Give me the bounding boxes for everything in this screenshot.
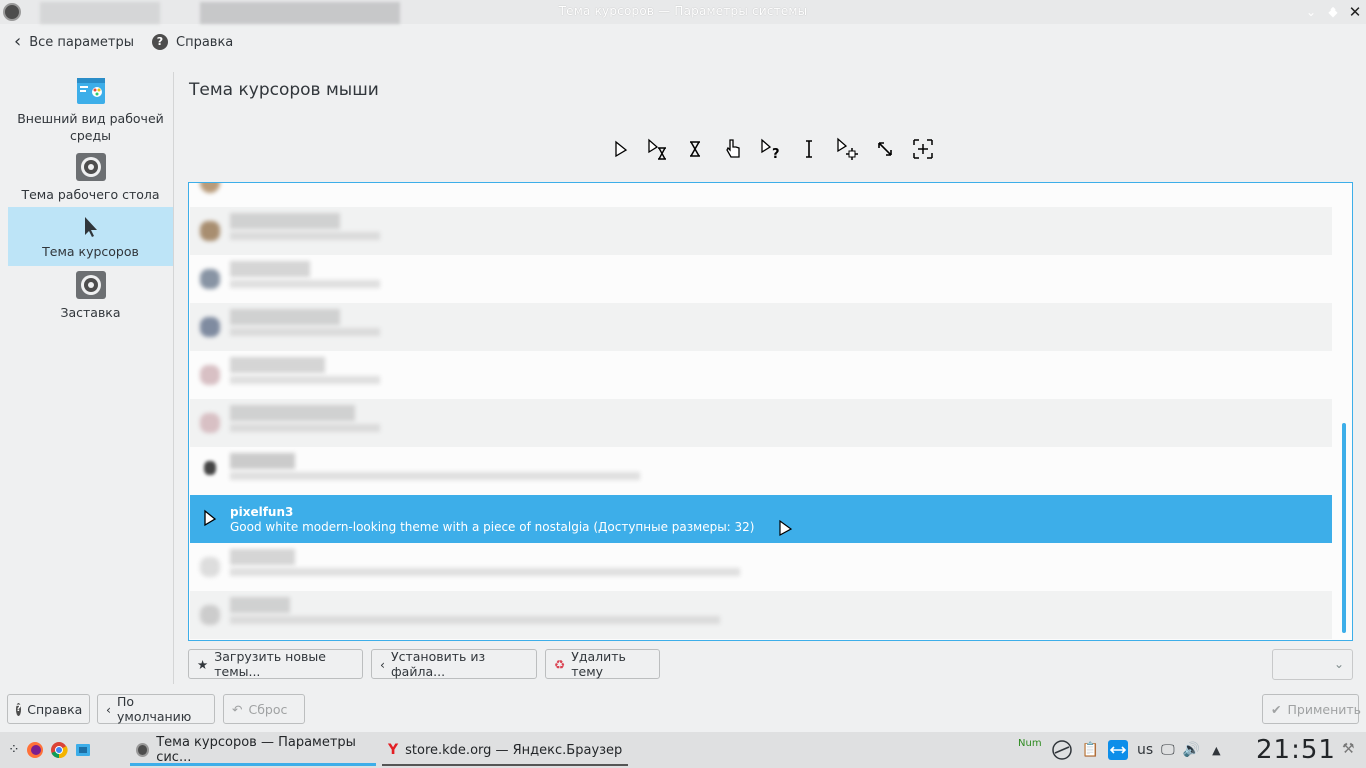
size-combobox[interactable]: ⌄ (1272, 649, 1353, 680)
list-item[interactable] (190, 399, 1332, 447)
system-settings-icon (136, 743, 150, 757)
resize-diagonal-cursor-icon (866, 136, 904, 164)
top-nav: ‹ Все параметры ? Справка (0, 24, 1366, 64)
window-titlebar: Тема курсоров — Параметры системы ⌄ ⌃ ◆ … (0, 0, 1366, 24)
list-item[interactable] (190, 207, 1332, 255)
panel-settings-icon[interactable]: ⚒ (1342, 741, 1355, 757)
chevron-left-icon: ‹ (106, 701, 111, 717)
sidebar-item-cursor-theme[interactable]: Тема курсоров (8, 207, 173, 266)
maximize-icon[interactable]: ◆ (1324, 3, 1342, 21)
list-item[interactable] (190, 543, 1332, 591)
network-icon[interactable] (1050, 739, 1074, 761)
display-icon[interactable]: 🖵 (1161, 742, 1175, 758)
undo-icon: ↶ (232, 701, 243, 717)
footer-help-button[interactable]: ? Справка (7, 694, 90, 724)
clipboard-icon[interactable]: 📋 (1082, 742, 1099, 758)
sidebar-item-label: Заставка (60, 305, 121, 320)
numlock-indicator: Num (1018, 737, 1042, 749)
appearance-icon (76, 78, 105, 104)
arrow-cursor-icon (600, 136, 638, 164)
remove-theme-button[interactable]: ♻ Удалить тему (545, 649, 660, 679)
theme-preview-icon (204, 509, 217, 527)
ibeam-cursor-icon (790, 136, 828, 164)
help-cursor-icon: ? (752, 136, 790, 164)
gear-icon (75, 153, 106, 181)
page-title: Тема курсоров мыши (189, 80, 379, 100)
app-launcher-icon[interactable]: ⁘ (8, 742, 20, 758)
teamviewer-icon[interactable] (1107, 739, 1129, 761)
list-item[interactable] (190, 447, 1332, 495)
close-icon[interactable]: ✕ (1346, 3, 1364, 21)
delete-icon: ♻ (554, 656, 566, 672)
firefox-icon[interactable] (26, 741, 44, 759)
sidebar-item-desktop-theme[interactable]: Тема рабочего стола (8, 152, 173, 206)
volume-icon[interactable]: 🔊 (1183, 742, 1200, 758)
reset-button[interactable]: ↶ Сброс (223, 694, 305, 724)
keyboard-layout[interactable]: us (1137, 742, 1153, 758)
help-icon: ? (152, 34, 168, 50)
sidebar-item-label: Тема курсоров (42, 244, 139, 259)
checkmark-icon: ✔ (1271, 701, 1282, 717)
window-title: Тема курсоров — Параметры системы (558, 4, 808, 18)
chevron-down-icon: ⌄ (1333, 657, 1344, 671)
star-icon: ★ (197, 656, 209, 672)
list-item[interactable] (190, 183, 1332, 207)
sidebar-item-label: Тема рабочего стола (21, 187, 160, 202)
help-label: Справка (176, 34, 234, 50)
list-item-selected[interactable]: pixelfun3 Good white modern-looking them… (190, 495, 1332, 543)
chevron-left-icon: ‹ (380, 656, 385, 672)
theme-description: Good white modern-looking theme with a p… (230, 520, 755, 534)
crosshair-cursor-icon (904, 136, 942, 164)
yandex-browser-icon: Y (388, 742, 399, 758)
back-button[interactable]: ‹ Все параметры (14, 31, 134, 52)
list-item[interactable] (190, 303, 1332, 351)
chrome-icon[interactable] (50, 741, 68, 759)
back-label: Все параметры (29, 34, 134, 50)
task-system-settings[interactable]: Тема курсоров — Параметры сис... (130, 732, 376, 768)
keep-below-icon[interactable]: ⌄ (1302, 3, 1320, 21)
sidebar-item-label: Внешний вид рабочей среды (17, 111, 164, 143)
sidebar: Внешний вид рабочей среды Тема рабочего … (8, 72, 174, 684)
svg-text:?: ? (772, 147, 780, 162)
taskbar: ⁘ Тема курсоров — Параметры сис... Y sto… (0, 732, 1366, 768)
list-item[interactable] (190, 255, 1332, 303)
hourglass-cursor-icon (676, 136, 714, 164)
sidebar-item-screensaver[interactable]: Заставка (8, 270, 173, 324)
file-manager-icon[interactable] (74, 741, 92, 759)
arrow-busy-cursor-icon (638, 136, 676, 164)
sidebar-item-appearance[interactable]: Внешний вид рабочей среды (8, 76, 173, 152)
gear-icon (75, 271, 106, 299)
list-item[interactable] (190, 591, 1332, 639)
defaults-button[interactable]: ‹ По умолчанию (97, 694, 215, 724)
install-from-file-button[interactable]: ‹ Установить из файла... (371, 649, 537, 679)
cursor-preview[interactable]: ? (600, 136, 942, 164)
task-yandex-browser[interactable]: Y store.kde.org — Яндекс.Браузер (382, 732, 628, 768)
theme-name: pixelfun3 (230, 505, 294, 519)
download-themes-button[interactable]: ★ Загрузить новые темы... (188, 649, 363, 679)
tray-expand-icon[interactable]: ▲ (1212, 744, 1220, 757)
apply-button[interactable]: ✔ Применить (1262, 694, 1361, 724)
mouse-pointer-icon (779, 519, 793, 537)
list-scrollbar[interactable] (1342, 423, 1346, 633)
hand-cursor-icon (714, 136, 752, 164)
help-button[interactable]: ? Справка (152, 34, 233, 50)
clock[interactable]: 21:51 (1256, 735, 1336, 765)
cursor-icon (84, 217, 97, 237)
chevron-left-icon: ‹ (14, 31, 22, 52)
move-cursor-icon (828, 136, 866, 164)
list-item[interactable] (190, 351, 1332, 399)
help-icon: ? (16, 702, 22, 716)
theme-list[interactable]: pixelfun3 Good white modern-looking them… (188, 182, 1353, 641)
